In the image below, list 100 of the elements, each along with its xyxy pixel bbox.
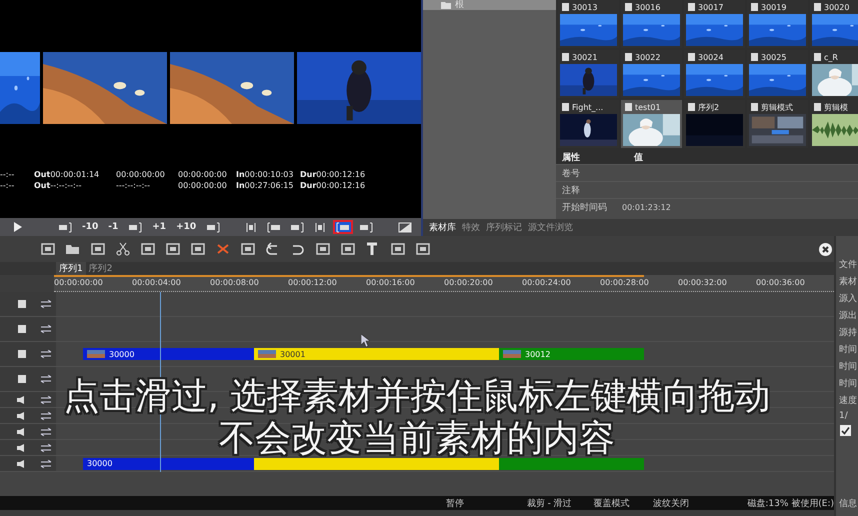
timecode: ---:--:--:-- — [116, 181, 152, 190]
timecode: --:-- — [0, 181, 16, 190]
clip-name: 30021 — [572, 52, 598, 62]
edit-button[interactable] — [333, 220, 354, 234]
swap-icon[interactable] — [40, 325, 52, 333]
property-label: 时间 — [838, 360, 858, 373]
pointer-icon — [361, 334, 370, 347]
swap-icon[interactable] — [40, 460, 52, 468]
jog-button[interactable]: +10 — [173, 220, 200, 234]
clip-thumbnail[interactable]: 30021 — [558, 50, 619, 98]
clip-thumbnail[interactable]: 30020 — [810, 0, 858, 48]
clip-thumbnail[interactable]: test01 — [621, 100, 682, 148]
caption-line: 不会改变当前素材的内容 — [219, 418, 615, 460]
swap-icon[interactable] — [40, 396, 52, 404]
clip-icon — [751, 3, 758, 11]
time-ruler[interactable]: 00:00:00:00 00:00:04:00 00:00:08:00 00:00:12:00 00:00:16:00 00:00:20:00 00:00:24:00 00:00:28:00 00:00:32:00 00:00:36:00 — [54, 275, 834, 292]
clip-thumbnail[interactable]: Fight_... — [558, 100, 619, 148]
swap-icon[interactable] — [40, 412, 52, 420]
property-label: 文件 — [838, 258, 858, 271]
clip-thumbnail[interactable]: 30025 — [747, 50, 808, 98]
clip-icon — [688, 103, 695, 111]
clip-icon — [625, 103, 632, 111]
column-header: 属性 — [561, 152, 581, 164]
status-text: 裁剪 - 滑过 — [526, 498, 573, 510]
clip-name: 30025 — [761, 52, 786, 62]
bracket-icon — [267, 222, 282, 232]
clip-thumbnail[interactable]: 剪辑模 — [810, 100, 858, 148]
clip-name: 30013 — [572, 2, 598, 12]
clip-name: 剪辑模式 — [761, 102, 793, 112]
corner-icon — [398, 222, 412, 232]
clip-name: 30024 — [698, 52, 724, 62]
checkbox-icon[interactable] — [18, 350, 26, 358]
clip-thumbnail[interactable]: 30024 — [684, 50, 745, 98]
panel-title: 信息 — [838, 498, 858, 510]
sequence-tab[interactable]: 序列2 — [86, 262, 116, 275]
delete-icon[interactable] — [215, 242, 231, 256]
property-label: 源出 — [838, 310, 858, 322]
folder-icon[interactable] — [65, 242, 81, 256]
swap-icon[interactable] — [40, 300, 52, 308]
timeline-clip[interactable]: 30012 — [499, 348, 644, 360]
clip-icon — [751, 103, 758, 111]
checkbox-icon[interactable] — [18, 325, 26, 333]
timecode: 00:00:00:00 — [116, 170, 166, 179]
timecode: Dur00:00:12:16 — [300, 170, 366, 179]
clip-icon — [814, 53, 821, 61]
clip-thumbnail[interactable]: 30022 — [621, 50, 682, 98]
clip-thumbnail[interactable]: 30013 — [558, 0, 619, 48]
ruler-label: 00:00:24:00 — [522, 277, 572, 289]
property-label: 速度 — [838, 394, 858, 407]
checkbox-icon[interactable] — [18, 375, 26, 383]
clip-icon — [751, 53, 758, 61]
close-icon[interactable] — [819, 242, 832, 256]
property-label: 素材 — [838, 276, 858, 288]
property-label: 源入 — [838, 292, 858, 305]
status-text: 暂停 — [445, 498, 465, 510]
timeline-clip[interactable]: 30000 — [83, 458, 254, 470]
sequence-tab[interactable]: 序列1 — [56, 262, 86, 275]
clip-thumbnail[interactable]: c_R — [810, 50, 858, 98]
status-text: 波纹关闭 — [652, 498, 690, 510]
checkbox[interactable] — [840, 425, 851, 436]
property-name: 卷号 — [562, 168, 581, 180]
jog-button[interactable]: +1 — [149, 220, 170, 234]
scissors-icon[interactable] — [115, 242, 131, 256]
timecode: Out00:00:01:14 — [34, 170, 100, 179]
property-label: 时间 — [838, 344, 858, 356]
swap-icon[interactable] — [40, 444, 52, 452]
panel-tab[interactable]: 源文件浏览 — [525, 221, 576, 234]
panel-tab[interactable]: 特效 — [459, 221, 483, 234]
jog-button[interactable]: -10 — [79, 220, 102, 234]
timeline-clip[interactable] — [499, 458, 644, 470]
clip-icon — [814, 103, 821, 111]
clip-icon — [562, 103, 569, 111]
timecode: Out--:--:--:-- — [34, 181, 83, 190]
folder-icon — [441, 1, 451, 9]
clip-thumbnail[interactable]: 序列2 — [684, 100, 745, 148]
swap-icon[interactable] — [40, 350, 52, 358]
timeline-clip[interactable]: 30000 — [83, 348, 254, 360]
bracket-icon — [359, 222, 374, 232]
panel-tab[interactable]: 序列标记 — [483, 221, 525, 234]
swap-icon[interactable] — [40, 428, 52, 436]
column-header: 值 — [632, 152, 644, 164]
checkbox-icon[interactable] — [18, 300, 26, 308]
timeline-clip[interactable] — [254, 458, 499, 470]
property-value: 00:01:23:12 — [622, 202, 671, 212]
panel-tab[interactable]: 素材库 — [426, 221, 459, 234]
clip-thumbnail[interactable]: 30016 — [621, 0, 682, 48]
clip-icon — [688, 3, 695, 11]
swap-icon[interactable] — [40, 375, 52, 383]
clip-thumbnail[interactable]: 30017 — [684, 0, 745, 48]
clip-name: c_R — [824, 52, 838, 62]
clip-icon — [688, 53, 695, 61]
clip-icon — [562, 3, 569, 11]
bracket-icon — [206, 222, 220, 232]
clip-thumbnail[interactable]: 30019 — [747, 0, 808, 48]
jog-button[interactable]: -1 — [105, 220, 122, 234]
timecode: Dur00:00:12:16 — [300, 181, 366, 190]
timeline-clip[interactable]: 30001 — [254, 348, 499, 360]
clip-thumbnail[interactable]: 剪辑模式 — [747, 100, 808, 148]
clip-name: 30020 — [824, 2, 850, 12]
property-label: 源持 — [838, 326, 858, 339]
